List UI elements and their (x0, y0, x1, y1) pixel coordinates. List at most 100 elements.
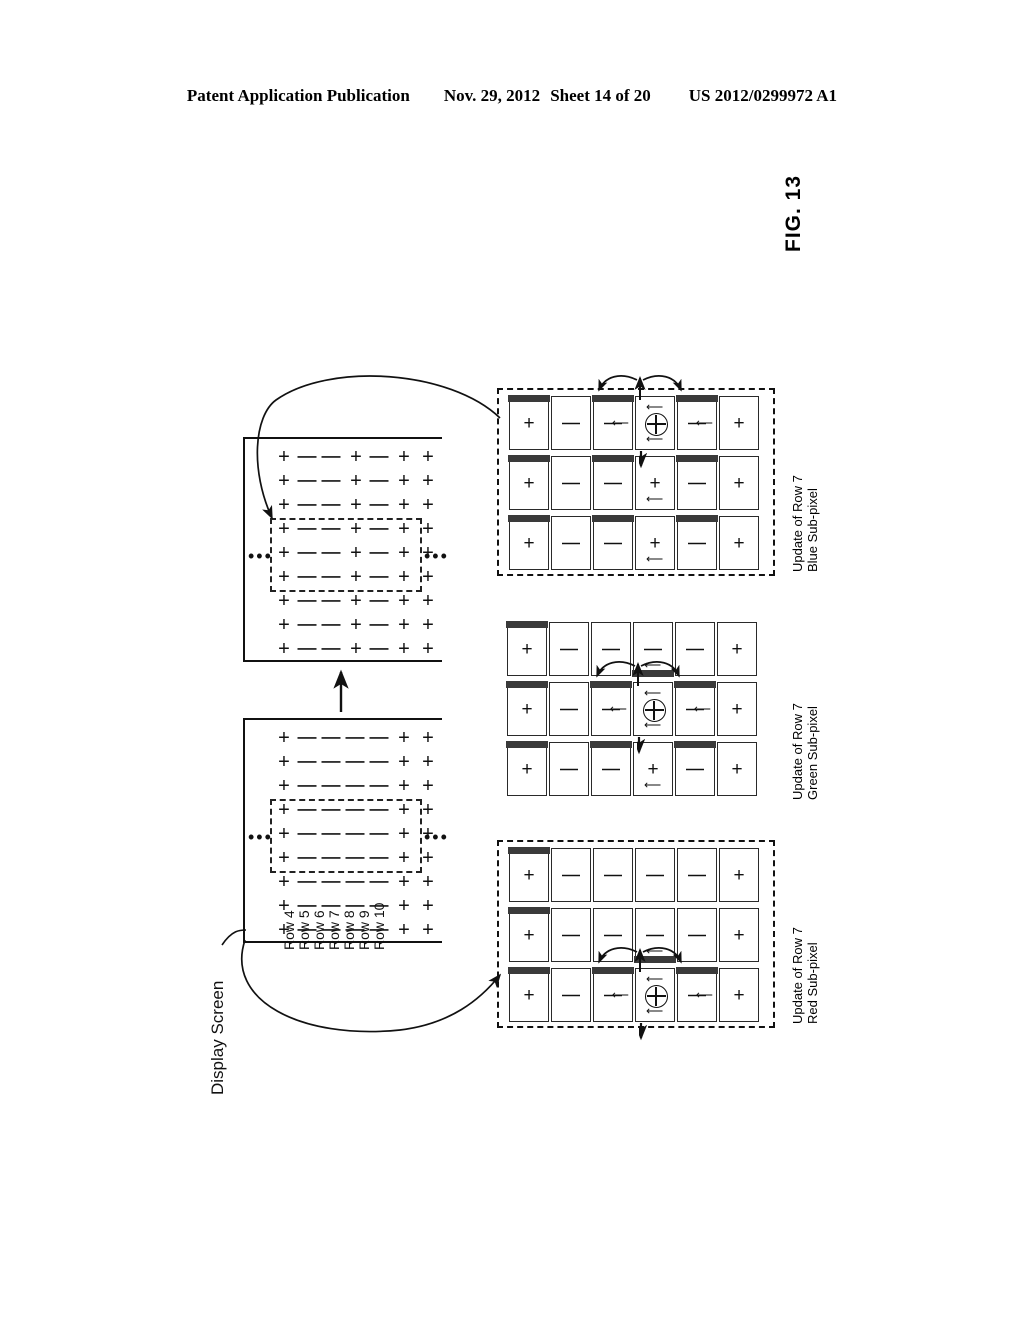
pixel-strip: + | | + ⟵ | + (506, 741, 757, 796)
subpixel-cell: + (506, 681, 548, 736)
grid-glyph: | (320, 526, 343, 532)
grid-glyph: + (398, 847, 410, 869)
subpixel-cell: | ⟵ (674, 681, 716, 736)
grid-glyph: + (350, 518, 362, 540)
plus-symbol: + (731, 758, 743, 780)
row-label: Row 5 (296, 910, 312, 950)
dash-symbol: | (644, 932, 666, 938)
after-update-glyph-grid: + | | + | + + + | | + | + + + | | + | + + + | | + | + + + | | + | + + + | | + |… (272, 445, 440, 661)
grid-glyph: | (344, 735, 367, 741)
subpixel-cell: ⟵ ⟵ (633, 682, 673, 736)
subpixel-cell: + (717, 682, 757, 736)
grid-glyph: + (278, 446, 290, 468)
grid-glyph: | (320, 550, 343, 556)
grid-glyph: + (278, 638, 290, 660)
plus-symbol: + (523, 864, 535, 886)
grid-glyph: | (320, 759, 343, 765)
subpixel-cell: + (508, 395, 550, 450)
panel-green-label: Update of Row 7 Green Sub-pixel (790, 703, 820, 800)
grid-glyph: + (398, 590, 410, 612)
grid-glyph: + (398, 638, 410, 660)
after-update-grid: + | | + | + + + | | + | + + + | | + | + + + | | + | + + + | | + | + + + | | + |… (243, 436, 446, 667)
subpixel-cell: | (551, 968, 591, 1022)
display-screen-caption: Display Screen (208, 980, 227, 1095)
subpixel-cell: | (551, 848, 591, 902)
subpixel-cell: | ⟵ (590, 681, 632, 736)
panel-label-line2: Blue Sub-pixel (805, 488, 820, 572)
pixel-strip: + | | ⟵ ⟵ ⟵ | ⟵ + (506, 681, 757, 736)
grid-glyph: + (422, 799, 434, 821)
grid-glyph: + (398, 614, 410, 636)
grid-glyph: | (296, 622, 319, 628)
grid-glyph: + (278, 494, 290, 516)
grid-glyph: | (320, 598, 343, 604)
grid-glyph: + (398, 470, 410, 492)
grid-glyph: + (398, 446, 410, 468)
dash-symbol: | (644, 872, 666, 878)
subpixel-cell: + ⟵ (635, 516, 675, 570)
subpixel-cell: + (717, 742, 757, 796)
before-update-ellipsis-left: ••• (248, 827, 273, 847)
grid-glyph: + (398, 566, 410, 588)
dash-symbol: | (600, 646, 622, 652)
plus-symbol: + (523, 472, 535, 494)
grid-glyph: | (320, 646, 343, 652)
panel-label-line1: Update of Row 7 (790, 927, 805, 1024)
grid-glyph: | (344, 831, 367, 837)
grid-glyph: | (320, 502, 343, 508)
grid-glyph: | (368, 855, 391, 861)
dash-symbol: | (560, 540, 582, 546)
grid-glyph: | (296, 783, 319, 789)
grid-glyph: + (422, 614, 434, 636)
row-label: Row 9 (356, 910, 372, 950)
grid-glyph: + (422, 775, 434, 797)
dash-symbol: | (602, 872, 624, 878)
dash-symbol: | (686, 540, 708, 546)
plus-symbol: + (521, 638, 533, 660)
row-label: Row 10 (371, 902, 387, 950)
cell-top-bar (508, 455, 550, 463)
header-date: Nov. 29, 2012 (443, 86, 541, 105)
cell-top-bar (506, 741, 548, 749)
dash-symbol: | (560, 992, 582, 998)
grid-glyph: | (296, 478, 319, 484)
grid-glyph: + (350, 470, 362, 492)
page-header: Patent Application Publication Nov. 29, 2… (0, 86, 1024, 106)
panel-label-line2: Red Sub-pixel (805, 942, 820, 1024)
grid-glyph: + (422, 751, 434, 773)
grid-glyph: + (278, 566, 290, 588)
panel-blue-subpixel: + | | ⟵ ⟵ ⟵ | ⟵ + + | | + ⟵ | + + | | + ⟵ | + (497, 375, 775, 576)
grid-glyph: | (368, 526, 391, 532)
grid-glyph: + (350, 638, 362, 660)
micro-arrow-below-icon: ⟵ (644, 718, 662, 732)
plus-symbol: + (523, 984, 535, 1006)
grid-glyph: | (296, 855, 319, 861)
pixel-strip: + | | + ⟵ | + (508, 515, 759, 570)
subpixel-cell: + (508, 967, 550, 1022)
pixel-strip: + | | | | + (508, 847, 759, 902)
grid-glyph: + (350, 566, 362, 588)
panel-output-arrow (639, 451, 648, 469)
grid-glyph: | (296, 807, 319, 813)
plus-symbol: + (733, 864, 745, 886)
cell-top-bar (674, 741, 716, 749)
pixel-strip: + | | ⟵ ⟵ ⟵ | ⟵ + (508, 395, 759, 450)
dash-symbol: | (558, 766, 580, 772)
plus-symbol: + (647, 758, 659, 780)
grid-glyph: | (368, 454, 391, 460)
grid-glyph: + (350, 590, 362, 612)
micro-arrow-right-icon: ⟵ (609, 702, 627, 716)
subpixel-cell: | (551, 456, 591, 510)
micro-arrow-below-icon: ⟵ (646, 1004, 664, 1018)
grid-glyph: | (344, 783, 367, 789)
plus-symbol: + (523, 412, 535, 434)
grid-glyph: | (296, 646, 319, 652)
grid-glyph: + (278, 775, 290, 797)
micro-arrow-above-icon: ⟵ (646, 400, 664, 414)
plus-symbol: + (649, 472, 661, 494)
grid-glyph: | (296, 735, 319, 741)
cell-top-bar (676, 455, 718, 463)
panel-label-line2: Green Sub-pixel (805, 706, 820, 800)
panel-green-subpixel: + | | | ⟵ | + + | | ⟵ ⟵ ⟵ | ⟵ + + | | + ⟵ | + (503, 616, 769, 796)
plus-symbol: + (523, 924, 535, 946)
